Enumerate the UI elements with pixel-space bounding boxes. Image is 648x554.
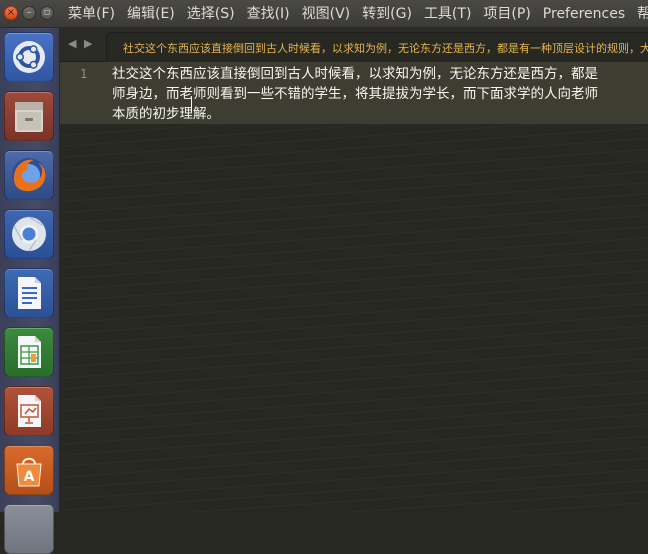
- line-number: 1: [80, 67, 88, 81]
- menu-preferences[interactable]: Preferences: [537, 0, 631, 28]
- close-window-icon[interactable]: ×: [4, 6, 18, 20]
- menu-file[interactable]: 菜单(F): [62, 0, 121, 28]
- text-cursor: [191, 96, 192, 112]
- menu-selection[interactable]: 选择(S): [181, 0, 241, 28]
- maximize-window-icon[interactable]: ▫: [40, 6, 54, 20]
- svg-text:A: A: [24, 469, 35, 485]
- menu-view[interactable]: 视图(V): [296, 0, 357, 28]
- menu-project[interactable]: 项目(P): [477, 0, 536, 28]
- code-line-1-wrap-3[interactable]: 本质的初步理解。: [112, 104, 220, 124]
- tab-next-arrow-icon[interactable]: ▶: [84, 37, 92, 51]
- minimize-window-icon[interactable]: –: [22, 6, 36, 20]
- active-tab-title: 社交这个东西应该直接倒回到古人时候看，以求知为例，无论东方还是西方，都是有一种顶…: [123, 42, 648, 55]
- libreoffice-calc-icon[interactable]: [4, 327, 54, 377]
- libreoffice-writer-icon[interactable]: [4, 268, 54, 318]
- tab-prev-arrow-icon[interactable]: ◀: [68, 37, 76, 51]
- chromium-icon[interactable]: [4, 209, 54, 259]
- application-menu: 菜单(F) 编辑(E) 选择(S) 查找(I) 视图(V) 转到(G) 工具(T…: [62, 0, 648, 28]
- launcher: A: [0, 28, 60, 554]
- code-line-1-wrap-2[interactable]: 师身边，而老师则看到一些不错的学生，将其提拔为学长，而下面求学的人向老师: [112, 84, 598, 104]
- menu-find[interactable]: 查找(I): [241, 0, 296, 28]
- editor-background: [60, 124, 648, 512]
- active-tab[interactable]: 社交这个东西应该直接倒回到古人时候看，以求知为例，无论东方还是西方，都是有一种顶…: [106, 32, 648, 62]
- tab-bar: ◀ ▶ 社交这个东西应该直接倒回到古人时候看，以求知为例，无论东方还是西方，都是…: [60, 28, 648, 62]
- menu-goto[interactable]: 转到(G): [356, 0, 418, 28]
- menu-edit[interactable]: 编辑(E): [121, 0, 181, 28]
- firefox-icon[interactable]: [4, 150, 54, 200]
- editor-area[interactable]: 1 社交这个东西应该直接倒回到古人时候看，以求知为例，无论东方还是西方，都是 师…: [60, 62, 648, 512]
- menu-tools[interactable]: 工具(T): [418, 0, 477, 28]
- top-menu-bar: × – ▫ 菜单(F) 编辑(E) 选择(S) 查找(I) 视图(V) 转到(G…: [0, 0, 648, 28]
- software-center-icon[interactable]: A: [4, 445, 54, 495]
- code-line-1[interactable]: 社交这个东西应该直接倒回到古人时候看，以求知为例，无论东方还是西方，都是: [112, 64, 598, 84]
- menu-help[interactable]: 帮: [631, 0, 648, 28]
- files-icon[interactable]: [4, 91, 54, 141]
- libreoffice-impress-icon[interactable]: [4, 386, 54, 436]
- ubuntu-dash-icon[interactable]: [4, 32, 54, 82]
